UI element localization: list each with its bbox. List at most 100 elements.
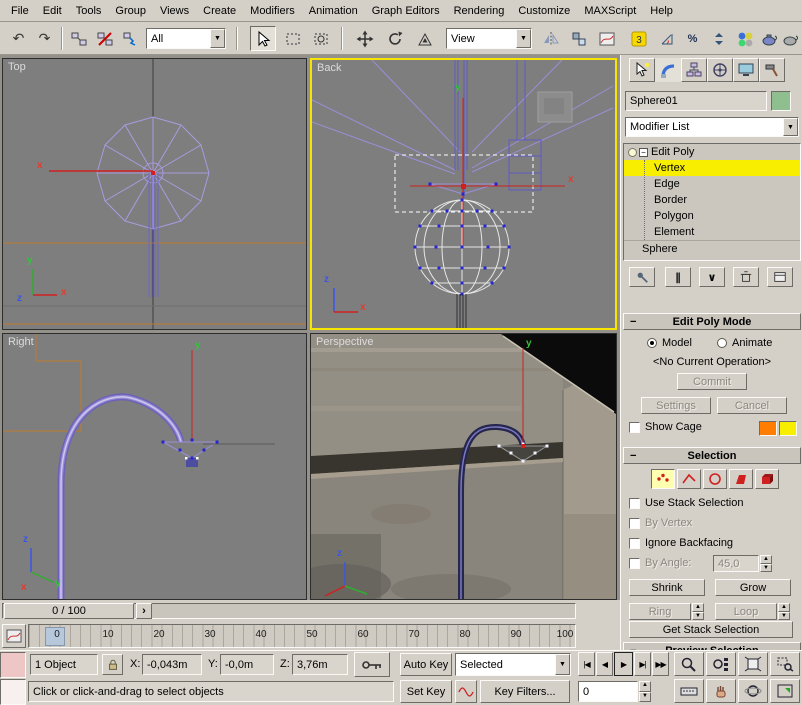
y-coordinate-field[interactable]: -0,0m	[220, 654, 274, 675]
select-and-link-icon[interactable]	[66, 26, 91, 51]
spinner-snap-toggle-icon[interactable]	[706, 26, 731, 51]
tab-hierarchy-icon[interactable]	[681, 58, 707, 82]
next-frame-icon[interactable]: ▶|	[634, 652, 651, 676]
radio-icon[interactable]	[717, 338, 727, 348]
checkbox-icon[interactable]	[629, 558, 640, 569]
shrink-button[interactable]: Shrink	[629, 579, 705, 596]
menu-file[interactable]: File	[4, 2, 36, 20]
keyboard-shortcut-override-icon[interactable]	[674, 679, 704, 703]
show-end-result-icon[interactable]: ∥	[665, 267, 691, 287]
rollout-preview-selection[interactable]: − Preview Selection	[623, 642, 801, 650]
pole-wireframe[interactable]	[455, 60, 541, 198]
tab-display-icon[interactable]	[733, 58, 759, 82]
menu-rendering[interactable]: Rendering	[447, 2, 512, 20]
spinner-down-icon[interactable]: ▼	[760, 564, 772, 573]
stack-row-element[interactable]: Element	[624, 224, 800, 240]
pan-view-icon[interactable]	[706, 679, 736, 703]
selection-filter-dropdown[interactable]: All ▼	[146, 28, 226, 49]
checkbox-icon[interactable]	[629, 518, 640, 529]
material-editor-icon[interactable]	[732, 26, 757, 51]
play-animation-icon[interactable]: ▶	[614, 652, 633, 676]
lamp-arm-wireframe[interactable]	[61, 397, 181, 599]
edge-subobject-icon[interactable]	[677, 469, 701, 489]
go-to-start-icon[interactable]: |◀	[578, 652, 595, 676]
menu-customize[interactable]: Customize	[511, 2, 577, 20]
by-angle-spinner[interactable]: ▲ ▼	[760, 555, 772, 572]
right-view-canvas[interactable]	[3, 334, 306, 599]
loop-button[interactable]: Loop	[715, 603, 777, 620]
tab-create-icon[interactable]	[629, 58, 655, 82]
auto-key-button[interactable]: Auto Key	[400, 653, 452, 676]
maxscript-mini-listener-macro[interactable]	[0, 652, 26, 678]
select-and-move-icon[interactable]	[352, 26, 378, 51]
viewport-right-label[interactable]: Right	[8, 336, 34, 348]
unlink-selection-icon[interactable]	[92, 26, 117, 51]
tab-utilities-icon[interactable]	[759, 58, 785, 82]
get-stack-selection-button[interactable]: Get Stack Selection	[629, 621, 793, 638]
viewport-back[interactable]: Back y x z x	[310, 58, 617, 330]
commit-button[interactable]: Commit	[677, 373, 747, 390]
dropdown-arrow-icon[interactable]: ▼	[210, 29, 225, 48]
spinner-down-icon[interactable]: ▼	[778, 612, 790, 621]
set-key-button[interactable]: Set Key	[400, 680, 452, 703]
by-vertex-checkbox[interactable]: By Vertex	[629, 517, 692, 529]
ring-button[interactable]: Ring	[629, 603, 691, 620]
ignore-backfacing-checkbox[interactable]: Ignore Backfacing	[629, 537, 733, 549]
redo-icon[interactable]: ↷	[32, 26, 57, 51]
window-crossing-toggle-icon[interactable]	[308, 26, 334, 51]
maximize-viewport-toggle-icon[interactable]	[770, 679, 800, 703]
bind-to-space-warp-icon[interactable]	[118, 26, 143, 51]
menu-modifiers[interactable]: Modifiers	[243, 2, 302, 20]
vertex-subobject-icon[interactable]	[651, 469, 675, 489]
menu-graph-editors[interactable]: Graph Editors	[365, 2, 447, 20]
mini-curve-editor-icon[interactable]	[2, 624, 26, 648]
stack-row-polygon[interactable]: Polygon	[624, 208, 800, 224]
render-last-icon[interactable]	[780, 26, 800, 51]
angle-snap-toggle-icon[interactable]	[654, 26, 679, 51]
curve-editor-icon[interactable]	[594, 26, 620, 51]
zoom-all-icon[interactable]	[706, 652, 736, 676]
checkbox-icon[interactable]	[629, 538, 640, 549]
spinner-up-icon[interactable]: ▲	[778, 603, 790, 612]
set-keys-key-icon[interactable]	[354, 652, 390, 677]
percent-snap-toggle-icon[interactable]: %	[680, 26, 705, 51]
frame-spinner[interactable]: ▲ ▼	[639, 681, 651, 702]
viewport-back-label[interactable]: Back	[317, 62, 341, 74]
checkbox-icon[interactable]	[629, 498, 640, 509]
menu-create[interactable]: Create	[196, 2, 243, 20]
stack-row-vertex[interactable]: Vertex	[624, 160, 800, 176]
render-setup-icon[interactable]	[758, 26, 780, 51]
selection-lock-icon[interactable]	[102, 654, 123, 675]
animate-radio[interactable]: Animate	[717, 337, 772, 349]
undo-icon[interactable]: ↶	[6, 26, 31, 51]
viewport-perspective-label[interactable]: Perspective	[316, 336, 373, 348]
show-cage-checkbox[interactable]: Show Cage	[629, 421, 702, 433]
zoom-icon[interactable]	[674, 652, 704, 676]
menu-maxscript[interactable]: MAXScript	[577, 2, 643, 20]
spinner-up-icon[interactable]: ▲	[692, 603, 704, 612]
menu-edit[interactable]: Edit	[36, 2, 69, 20]
viewport-top[interactable]: Top x y z x	[2, 58, 307, 330]
mirror-icon[interactable]	[538, 26, 564, 51]
stack-row-edit-poly[interactable]: − Edit Poly	[624, 144, 800, 160]
stack-row-edge[interactable]: Edge	[624, 176, 800, 192]
cage-color-swatch[interactable]	[759, 421, 777, 436]
spinner-down-icon[interactable]: ▼	[639, 692, 651, 703]
object-name-field[interactable]: Sphere01	[625, 91, 767, 111]
tab-modify-icon[interactable]	[655, 58, 681, 82]
tab-motion-icon[interactable]	[707, 58, 733, 82]
spinner-up-icon[interactable]: ▲	[639, 681, 651, 692]
rollout-edit-poly-mode[interactable]: − Edit Poly Mode	[623, 313, 801, 330]
rollout-collapse-icon[interactable]: −	[630, 316, 636, 328]
grow-button[interactable]: Grow	[715, 579, 791, 596]
align-icon[interactable]	[566, 26, 592, 51]
x-coordinate-field[interactable]: -0,043m	[142, 654, 202, 675]
remove-modifier-icon[interactable]	[733, 267, 759, 287]
dropdown-arrow-icon[interactable]: ▼	[783, 118, 798, 136]
menu-views[interactable]: Views	[153, 2, 196, 20]
select-and-scale-icon[interactable]	[412, 26, 438, 51]
spinner-up-icon[interactable]: ▲	[760, 555, 772, 564]
viewport-perspective[interactable]: Perspective y z	[310, 333, 617, 600]
maxscript-mini-listener[interactable]	[0, 679, 26, 705]
use-stack-selection-checkbox[interactable]: Use Stack Selection	[629, 497, 743, 509]
